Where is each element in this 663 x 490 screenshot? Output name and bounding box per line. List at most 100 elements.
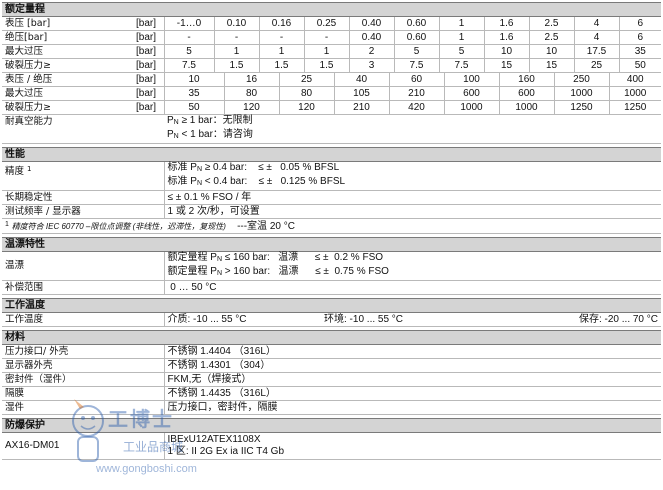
- range-table-1-cell: 1.5: [303, 58, 349, 73]
- compensation-value: 0 … 50 °C: [163, 280, 661, 295]
- range-table-1-unit: [bar]: [134, 30, 164, 45]
- range-table-2-cell: 1000: [608, 86, 661, 101]
- section-material: 材料: [2, 330, 661, 345]
- range-table-2-cell: 40: [333, 73, 389, 87]
- range-table-1-cell: 10: [483, 44, 529, 59]
- range-table-2-unit: [bar]: [134, 86, 164, 101]
- material-value: 不锈钢 1.4301 （304）: [163, 358, 661, 373]
- material-label: 密封件（湿件）: [2, 372, 164, 387]
- range-table-1-cell: -: [303, 30, 349, 45]
- working-temp-row: 工作温度 介质: -10 ... 55 °C 环境: -10 ... 55 °C…: [2, 313, 661, 327]
- performance-table: 精度 1 标准 PN ≥ 0.4 bar: ≤ ± 0.05 % BFSL 标准…: [2, 162, 661, 234]
- range-table-1-row: 破裂压力≥ [bar] 7.5 1.5 1.5 1.5 3 7.5 7.5 15 15 25 50: [2, 58, 661, 73]
- range-table-1-cell: 17.5: [573, 44, 619, 59]
- range-table-1-row-label: 绝压[bar]: [2, 30, 134, 45]
- material-label: 显示器外壳: [2, 358, 164, 373]
- vacuum-row: 耐真空能力 PN ≥ 1 bar：无限制 PN < 1 bar：请咨询: [2, 115, 661, 144]
- range-table-1-body: 表压 [bar] [bar] -1…0 0.10 0.16 0.25 0.40 0.60 1 1.…: [2, 17, 661, 73]
- range-table-1-row-label: 最大过压: [2, 44, 134, 59]
- range-table-1-cell: 0.60: [393, 30, 439, 45]
- material-row: 湿件 压力接口，密封件，隔膜: [2, 400, 661, 415]
- range-table-2-row: 破裂压力≥ [bar] 50 120 120 210 420 1000 1000 1250 1250: [2, 100, 661, 115]
- accuracy-value: 标准 PN ≥ 0.4 bar: ≤ ± 0.05 % BFSL 标准 PN <…: [163, 162, 661, 191]
- stability-row: 长期稳定性 ≤ ± 0.1 % FSO / 年: [2, 190, 661, 205]
- stability-label: 长期稳定性: [2, 190, 164, 205]
- range-table-2-cell: 120: [278, 100, 334, 115]
- range-table-1-cell: 3: [348, 58, 394, 73]
- range-table-1-cell: 10: [528, 44, 574, 59]
- range-table-2-cell: 210: [388, 86, 444, 101]
- range-table-1-cell: 1: [258, 44, 304, 59]
- range-table-2-cell: 420: [388, 100, 444, 115]
- range-table-1-cell: 1.6: [483, 17, 529, 31]
- range-table-2-cell: 120: [223, 100, 279, 115]
- range-table-2-row-label: 破裂压力≥: [2, 100, 134, 115]
- working-temp-medium: 介质: -10 ... 55 °C: [163, 313, 321, 327]
- range-table-1-cell: 0.10: [213, 17, 259, 31]
- range-table-2-unit: [bar]: [134, 100, 164, 115]
- range-table-2-cell: 1250: [553, 100, 609, 115]
- range-table-1-row: 绝压[bar] [bar] - - - -0.40 0.60 1 1.6 2.5 4 6: [2, 30, 661, 45]
- range-table-1-cell: 1.6: [483, 30, 529, 45]
- range-table-1-unit: [bar]: [134, 44, 164, 59]
- temp-drift-row: 温漂 额定量程 PN ≤ 160 bar: 温漂 ≤ ± 0.2 % FSO 额…: [2, 252, 661, 281]
- material-value: 压力接口，密封件，隔膜: [163, 400, 661, 415]
- frequency-row: 测试频率 / 显示器 1 或 2 次/秒，可设置: [2, 204, 661, 219]
- watermark-text: 工博士: [108, 407, 174, 431]
- section-working-temp: 工作温度: [2, 298, 661, 313]
- range-table-1-cell: 6: [618, 17, 661, 31]
- range-table-1-cell: 4: [573, 30, 619, 45]
- range-table-1-unit: [bar]: [134, 58, 164, 73]
- range-table-2-row-label: 表压 / 绝压: [2, 73, 134, 87]
- range-table-2-cell: 80: [223, 86, 279, 101]
- range-table-1-cell: 2.5: [528, 17, 574, 31]
- range-table-1-row-label: 破裂压力≥: [2, 58, 134, 73]
- compensation-label: 补偿范围: [2, 280, 164, 295]
- vacuum-table: 耐真空能力 PN ≥ 1 bar：无限制 PN < 1 bar：请咨询: [2, 115, 661, 144]
- material-label: 隔膜: [2, 386, 164, 401]
- range-table-1-cell: -: [213, 30, 259, 45]
- material-value: 不锈钢 1.4435 （316L）: [163, 386, 661, 401]
- temp-drift-label: 温漂: [2, 252, 164, 281]
- working-temp-storage: 保存: -20 ... 70 °C: [521, 313, 661, 327]
- range-table-2-cell: 100: [443, 73, 499, 87]
- range-table-1-cell: -: [258, 30, 304, 45]
- material-row: 隔膜 不锈钢 1.4435 （316L）: [2, 386, 661, 401]
- range-table-2-row: 最大过压 [bar] 35 80 80 105 210 600 600 1000 1000: [2, 86, 661, 101]
- range-table-1-cell: 2: [348, 44, 394, 59]
- range-table-1-cell: 1: [303, 44, 349, 59]
- range-table-2-body: 表压 / 绝压 [bar] 10 16 25 40 60 100 160 250 400 最大过压 [b…: [2, 73, 661, 115]
- vacuum-label: 耐真空能力: [2, 115, 164, 144]
- working-temp-table: 工作温度 介质: -10 ... 55 °C 环境: -10 ... 55 °C…: [2, 313, 661, 327]
- material-label: 压力接口/ 外壳: [2, 345, 164, 359]
- temperature-table: 温漂 额定量程 PN ≤ 160 bar: 温漂 ≤ ± 0.2 % FSO 额…: [2, 252, 661, 295]
- range-table-2-cell: 1000: [443, 100, 499, 115]
- watermark-subtext: 工业品商城: [123, 440, 184, 454]
- range-table-1-cell: 7.5: [393, 58, 439, 73]
- range-table-1-row-label: 表压 [bar]: [2, 17, 134, 31]
- compensation-row: 补偿范围 0 … 50 °C: [2, 280, 661, 295]
- range-table-1-cell: 1: [438, 17, 484, 31]
- accuracy-label: 精度 1: [2, 162, 164, 191]
- range-table-1-cell: 1: [438, 30, 484, 45]
- material-body: 压力接口/ 外壳 不锈钢 1.4404 （316L） 显示器外壳 不锈钢 1.4301…: [2, 345, 661, 415]
- range-table-2-cell: 10: [163, 73, 224, 87]
- working-temp-ambient: 环境: -10 ... 55 °C: [321, 313, 521, 327]
- range-table-2-cell: 35: [163, 86, 224, 101]
- range-table-1-cell: 0.25: [303, 17, 349, 31]
- range-table-2-cell: 16: [223, 73, 279, 87]
- range-table-2-cell: 1250: [608, 100, 661, 115]
- range-table-2-cell: 400: [608, 73, 661, 87]
- range-table-2: 表压 / 绝压 [bar] 10 16 25 40 60 100 160 250 400 最大过压 [b…: [2, 73, 661, 115]
- accuracy-row: 精度 1 标准 PN ≥ 0.4 bar: ≤ ± 0.05 % BFSL 标准…: [2, 162, 661, 191]
- range-table-2-unit: [bar]: [134, 73, 164, 87]
- range-table-2-cell: 160: [498, 73, 554, 87]
- range-table-2-cell: 50: [163, 100, 224, 115]
- range-table-2-cell: 1000: [553, 86, 609, 101]
- range-table-1-cell: 1.5: [213, 58, 259, 73]
- range-table-1-cell: 7.5: [163, 58, 214, 73]
- range-table-2-cell: 105: [333, 86, 389, 101]
- footnote-row: 1 精度符合 IEC 60770 –限位点调整 (非线性，迟滞性，复现性) --…: [2, 218, 661, 234]
- range-table-2-cell: 210: [333, 100, 389, 115]
- material-row: 压力接口/ 外壳 不锈钢 1.4404 （316L）: [2, 345, 661, 359]
